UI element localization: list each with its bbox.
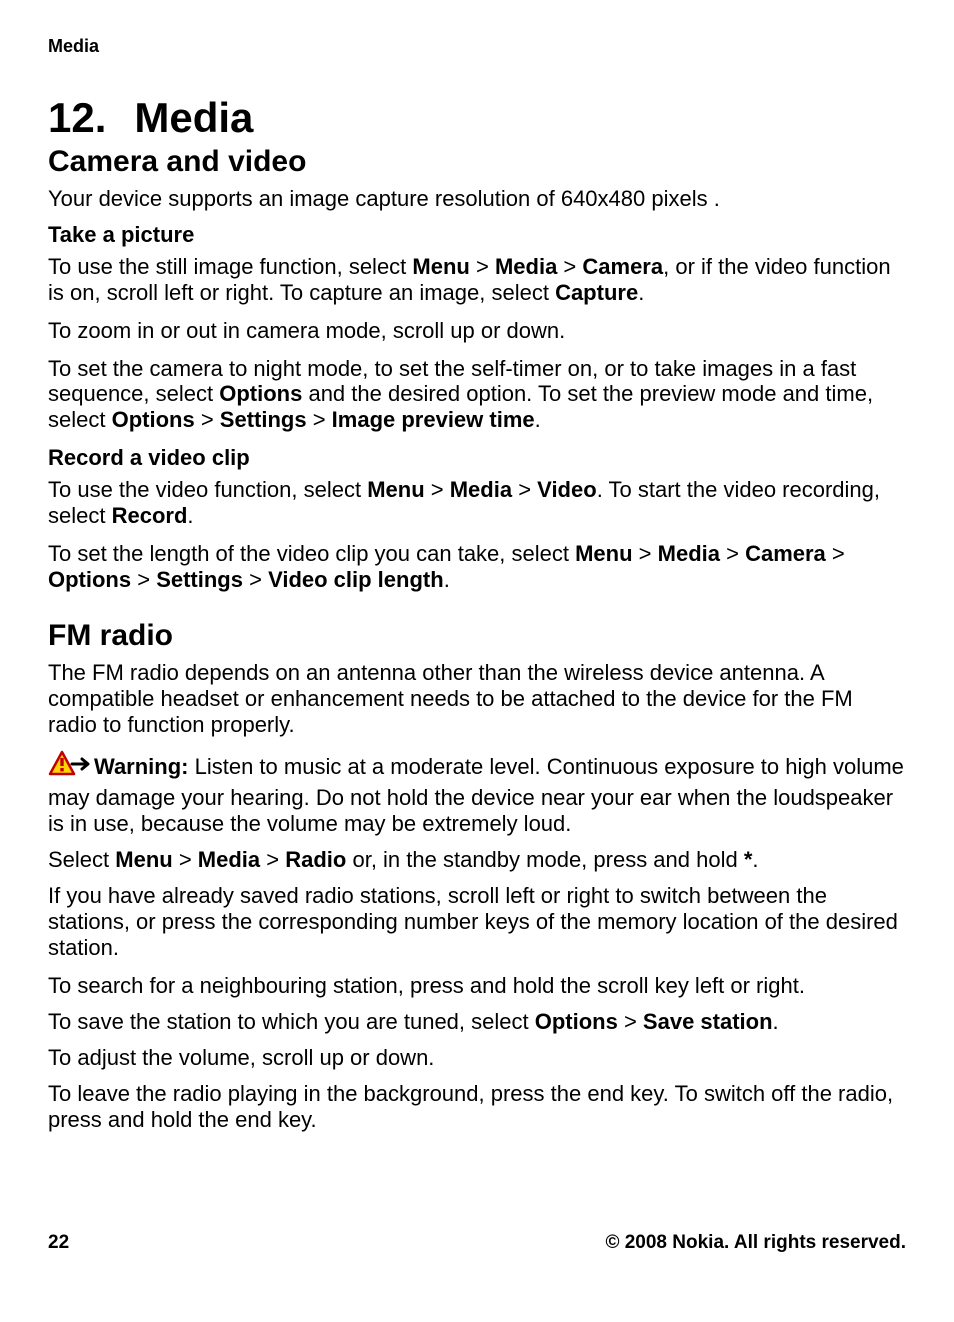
page-footer: 22 © 2008 Nokia. All rights reserved. [48,1232,906,1254]
warning-label: Warning: [94,754,189,779]
running-header: Media [48,36,906,57]
take-picture-p3: To set the camera to night mode, to set … [48,356,906,434]
take-picture-p2: To zoom in or out in camera mode, scroll… [48,318,906,344]
chapter-number: 12. [48,95,106,141]
section-fm-radio: FM radio [48,619,906,654]
fm-radio-select: Select Menu > Media > Radio or, in the s… [48,847,906,873]
record-video-p2: To set the length of the video clip you … [48,541,906,593]
subsection-record-video-clip: Record a video clip [48,445,906,471]
take-picture-p1: To use the still image function, select … [48,254,906,306]
warning-block: Warning: Listen to music at a moderate l… [48,750,906,838]
fm-radio-saved-stations: If you have already saved radio stations… [48,883,906,961]
warning-icon [48,750,90,786]
fm-radio-p1: The FM radio depends on an antenna other… [48,660,906,738]
camera-intro: Your device supports an image capture re… [48,186,906,212]
fm-radio-search: To search for a neighbouring station, pr… [48,973,906,999]
copyright-text: © 2008 Nokia. All rights reserved. [605,1232,906,1254]
section-camera-and-video: Camera and video [48,145,906,180]
chapter-heading: 12. Media [48,95,906,141]
chapter-title-text: Media [134,94,253,141]
fm-radio-save-station: To save the station to which you are tun… [48,1009,906,1035]
fm-radio-volume: To adjust the volume, scroll up or down. [48,1045,906,1071]
record-video-p1: To use the video function, select Menu >… [48,477,906,529]
page-number: 22 [48,1232,69,1254]
subsection-take-a-picture: Take a picture [48,222,906,248]
fm-radio-background: To leave the radio playing in the backgr… [48,1081,906,1133]
